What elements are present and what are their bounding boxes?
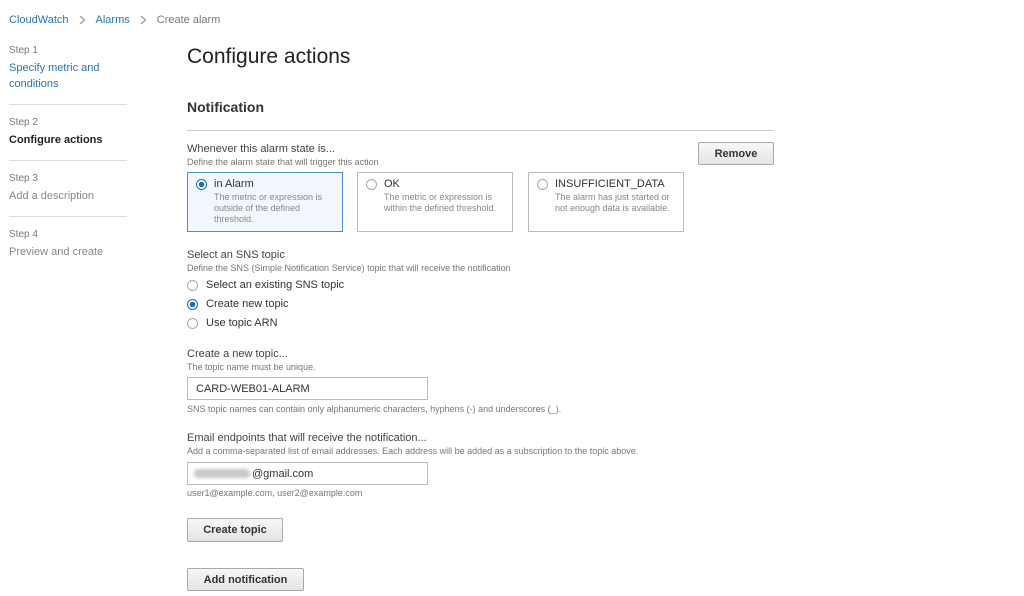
- step-number: Step 3: [9, 173, 38, 184]
- new-topic-label: Create a new topic...: [187, 348, 288, 360]
- option-description: The metric or expression is within the d…: [384, 192, 497, 213]
- sns-topic-label: Select an SNS topic: [187, 249, 285, 261]
- step-number: Step 4: [9, 229, 38, 240]
- section-title: Notification: [187, 99, 264, 115]
- chevron-right-icon: [140, 15, 147, 25]
- page-title: Configure actions: [187, 45, 351, 68]
- radio-button[interactable]: [366, 179, 377, 190]
- step-title-link[interactable]: Specify metric and conditions: [9, 60, 127, 92]
- radio-button[interactable]: [187, 279, 198, 291]
- sns-option-existing[interactable]: Select an existing SNS topic: [187, 279, 344, 291]
- email-example: user1@example.com, user2@example.com: [187, 488, 363, 498]
- option-title: in Alarm: [214, 178, 254, 190]
- alarm-state-option-in-alarm[interactable]: in Alarm The metric or expression is out…: [187, 172, 343, 232]
- step-number: Step 2: [9, 117, 38, 128]
- step-1[interactable]: Step 1 Specify metric and conditions: [9, 44, 127, 105]
- email-value-suffix: @gmail.com: [252, 467, 314, 480]
- divider: [187, 130, 774, 131]
- radio-button[interactable]: [187, 298, 198, 310]
- create-topic-button[interactable]: Create topic: [187, 518, 283, 542]
- option-label: Create new topic: [206, 298, 289, 310]
- option-label: Select an existing SNS topic: [206, 279, 345, 291]
- email-endpoints-hint: Add a comma-separated list of email addr…: [187, 446, 639, 456]
- wizard-steps: Step 1 Specify metric and conditions Ste…: [9, 44, 127, 283]
- option-label: Use topic ARN: [206, 317, 278, 329]
- topic-name-input[interactable]: [187, 377, 428, 400]
- step-2: Step 2 Configure actions: [9, 116, 127, 161]
- step-title: Preview and create: [9, 246, 104, 258]
- step-4: Step 4 Preview and create: [9, 228, 127, 272]
- breadcrumb-link-alarms[interactable]: Alarms: [96, 14, 130, 26]
- option-description: The metric or expression is outside of t…: [214, 192, 323, 224]
- add-notification-button[interactable]: Add notification: [187, 568, 304, 591]
- breadcrumb: CloudWatch Alarms Create alarm: [9, 14, 220, 26]
- sns-topic-hint: Define the SNS (Simple Notification Serv…: [187, 263, 511, 273]
- alarm-state-option-insufficient-data[interactable]: INSUFFICIENT_DATA The alarm has just sta…: [528, 172, 684, 232]
- option-title: INSUFFICIENT_DATA: [555, 178, 665, 190]
- remove-button[interactable]: Remove: [698, 142, 774, 165]
- breadcrumb-current: Create alarm: [156, 14, 221, 26]
- option-title: OK: [384, 178, 400, 190]
- alarm-state-hint: Define the alarm state that will trigger…: [187, 157, 379, 167]
- step-title: Configure actions: [9, 134, 103, 146]
- sns-option-topic-arn[interactable]: Use topic ARN: [187, 317, 278, 329]
- step-title: Add a description: [9, 190, 94, 202]
- email-endpoints-label: Email endpoints that will receive the no…: [187, 432, 427, 444]
- alarm-state-option-ok[interactable]: OK The metric or expression is within th…: [357, 172, 513, 232]
- alarm-state-label: Whenever this alarm state is...: [187, 143, 335, 155]
- redacted-email-user: [194, 469, 250, 478]
- breadcrumb-link-cloudwatch[interactable]: CloudWatch: [9, 14, 69, 26]
- chevron-right-icon: [79, 15, 86, 25]
- sns-option-create-new[interactable]: Create new topic: [187, 298, 289, 310]
- radio-button[interactable]: [196, 179, 207, 190]
- radio-button[interactable]: [537, 179, 548, 190]
- step-number: Step 1: [9, 45, 38, 56]
- step-3: Step 3 Add a description: [9, 172, 127, 217]
- email-endpoints-input[interactable]: @gmail.com: [187, 462, 428, 485]
- topic-name-help: SNS topic names can contain only alphanu…: [187, 404, 562, 414]
- radio-button[interactable]: [187, 317, 198, 329]
- new-topic-hint: The topic name must be unique.: [187, 362, 316, 372]
- option-description: The alarm has just started or not enough…: [555, 192, 670, 213]
